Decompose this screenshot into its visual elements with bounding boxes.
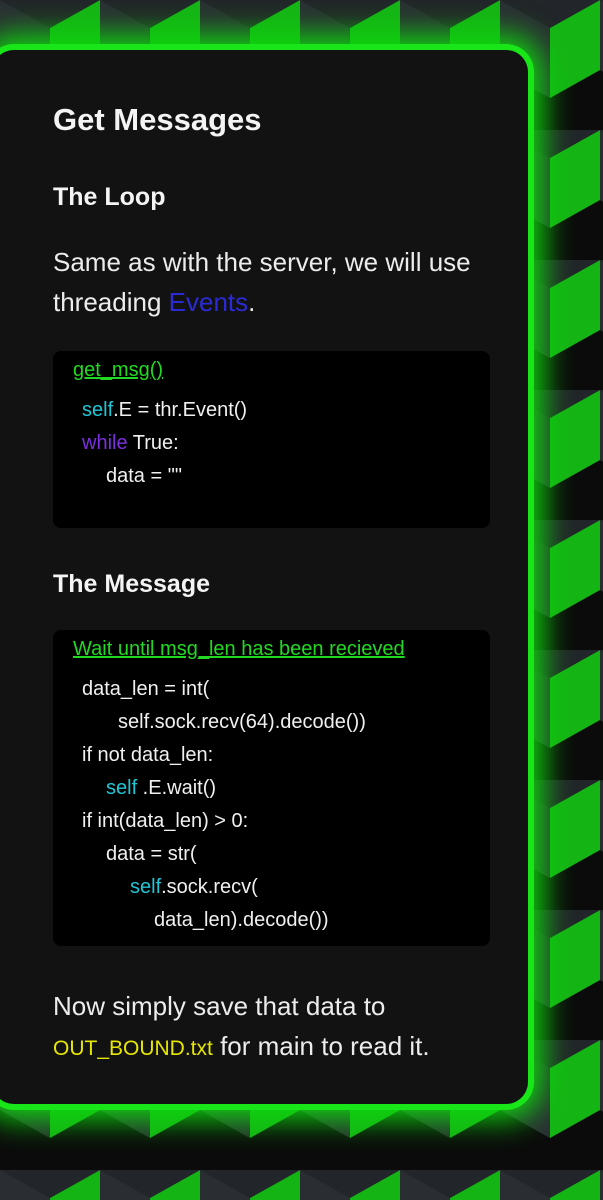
loop-section-title: The Loop xyxy=(53,183,166,211)
closing-text-end: for main to read it. xyxy=(212,1031,430,1061)
message-section-title: The Message xyxy=(53,570,211,598)
code-text: .sock.recv( xyxy=(161,876,258,898)
code-keyword: while xyxy=(82,432,128,454)
filename-highlight: OUT_BOUND.txt xyxy=(53,1037,213,1060)
code-line: if int(data_len) > 0: xyxy=(82,810,249,832)
code-line: data_len = int( xyxy=(82,678,210,700)
closing-text: Now simply save that data to xyxy=(53,991,386,1021)
loop-description-text: Same as with the server, we will use thr… xyxy=(53,247,471,317)
closing-paragraph: Now simply save that data to OUT_BOUND.t… xyxy=(53,986,498,1069)
message-code-block: Wait until msg_len has been recieved dat… xyxy=(53,630,490,946)
code-keyword: self xyxy=(130,876,162,898)
code-line: self.sock.recv( xyxy=(130,876,258,899)
loop-code-block: get_msg() self.E = thr.Event() while Tru… xyxy=(53,351,490,528)
code-line: while True: xyxy=(82,432,179,455)
code-line: if not data_len: xyxy=(82,744,214,766)
events-link[interactable]: Events xyxy=(169,287,249,317)
page-title: Get Messages xyxy=(53,102,262,137)
code-line: self.sock.recv(64).decode()) xyxy=(118,711,366,733)
code-line: self.E = thr.Event() xyxy=(82,399,247,422)
loop-description: Same as with the server, we will use thr… xyxy=(53,242,498,322)
code-keyword: self xyxy=(106,777,138,799)
code-text: True: xyxy=(127,432,179,454)
loop-description-period: . xyxy=(248,287,256,317)
loop-code-title[interactable]: get_msg() xyxy=(73,359,163,382)
code-line: data_len).decode()) xyxy=(154,909,329,931)
code-line: self .E.wait() xyxy=(106,777,216,800)
code-line: data = "" xyxy=(106,465,182,487)
code-text: .E = thr.Event() xyxy=(113,399,248,421)
code-keyword: self xyxy=(82,399,114,421)
code-line: data = str( xyxy=(106,843,197,865)
message-code-title[interactable]: Wait until msg_len has been recieved xyxy=(73,638,405,661)
content-card: Get Messages The Loop Same as with the s… xyxy=(0,50,528,1104)
code-text: .E.wait() xyxy=(137,777,217,799)
